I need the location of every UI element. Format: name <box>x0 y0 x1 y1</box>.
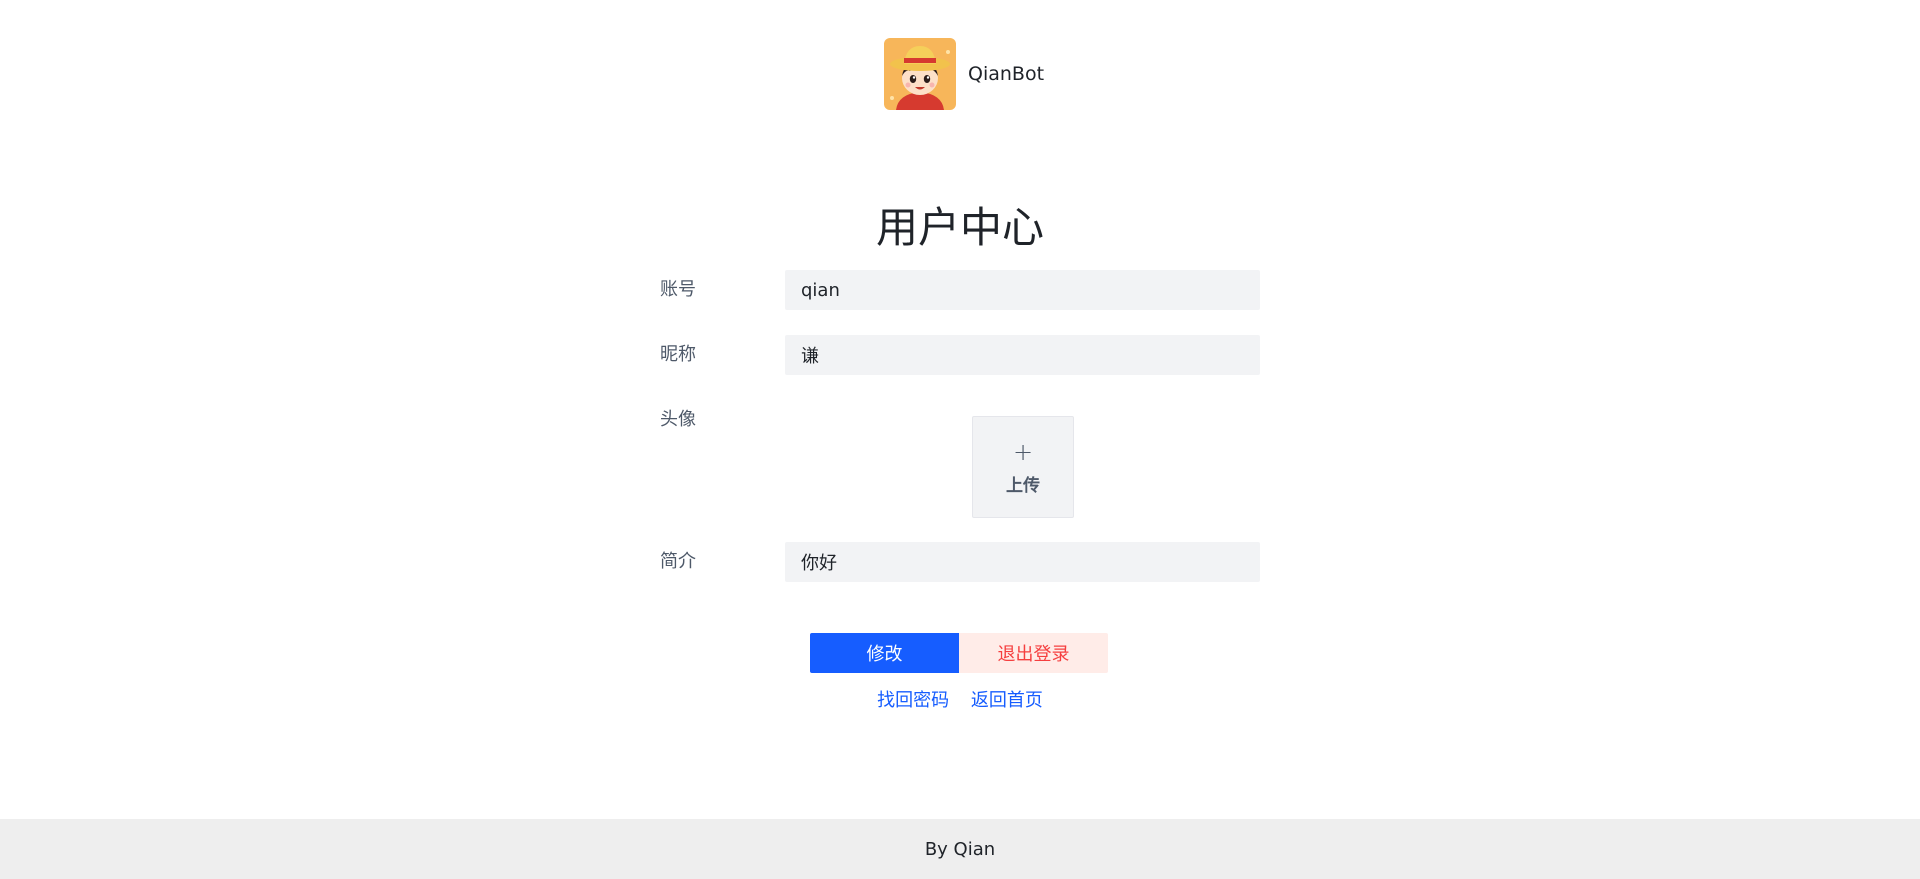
nickname-label: 昵称 <box>660 344 696 365</box>
plus-icon: + <box>1012 437 1034 466</box>
logout-button[interactable]: 退出登录 <box>959 633 1108 673</box>
avatar <box>884 38 956 110</box>
nickname-row: 昵称 <box>660 335 1260 375</box>
account-label: 账号 <box>660 279 696 300</box>
forgot-password-link[interactable]: 找回密码 <box>877 690 949 711</box>
bio-label: 简介 <box>660 551 696 572</box>
avatar-label: 头像 <box>660 409 696 430</box>
save-button[interactable]: 修改 <box>810 633 959 673</box>
page-footer: By Qian <box>0 819 1920 879</box>
account-input[interactable] <box>785 270 1260 310</box>
footer-links: 找回密码 返回首页 <box>0 686 1920 712</box>
user-center-page: QianBot 用户中心 账号 昵称 头像 + 上传 简介 修改 退出登录 找回… <box>0 0 1920 879</box>
upload-label: 上传 <box>1006 475 1040 496</box>
action-buttons: 修改 退出登录 <box>810 633 1108 673</box>
bio-input[interactable] <box>785 542 1260 582</box>
brand-name: QianBot <box>968 63 1045 85</box>
account-row: 账号 <box>660 270 1260 310</box>
brand-header[interactable]: QianBot <box>884 38 1044 110</box>
footer-text: By Qian <box>924 838 996 860</box>
bio-row: 简介 <box>660 542 1260 582</box>
nickname-input[interactable] <box>785 335 1260 375</box>
avatar-row: 头像 + 上传 <box>660 400 1260 520</box>
back-home-link[interactable]: 返回首页 <box>971 690 1043 711</box>
page-title: 用户中心 <box>875 203 1044 252</box>
avatar-upload-button[interactable]: + 上传 <box>972 416 1074 518</box>
